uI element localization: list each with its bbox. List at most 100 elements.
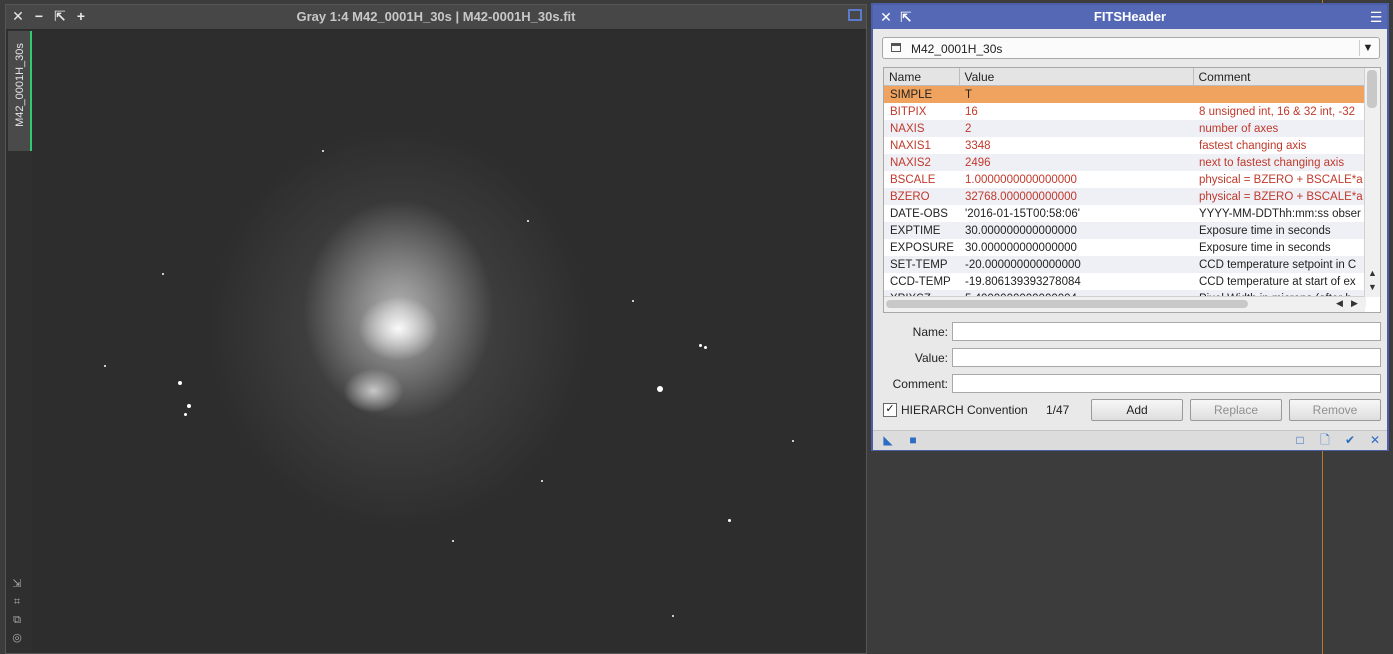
scroll-left-icon[interactable]: ◀ — [1336, 298, 1343, 309]
star — [657, 386, 663, 392]
star — [104, 365, 106, 367]
star — [184, 413, 187, 416]
horizontal-scrollbar[interactable]: ◀ ▶ — [884, 296, 1365, 312]
hierarch-label[interactable]: HIERARCH Convention — [901, 403, 1028, 417]
replace-button[interactable]: Replace — [1190, 399, 1282, 421]
comment-label: Comment: — [892, 377, 948, 391]
keyword-value: '2016-01-15T00:58:06' — [959, 205, 1193, 222]
resize-icon[interactable]: ⇲ — [10, 577, 24, 591]
fits-header-window: ✕ ⇱ FITSHeader ☰ M42_0001H_30s ▼ Name Va… — [871, 3, 1389, 451]
keyword-comment: number of axes — [1193, 120, 1366, 137]
star — [187, 404, 191, 408]
image-window: ✕ − ⇱ + Gray 1:4 M42_0001H_30s | M42-000… — [5, 4, 867, 654]
document-icon[interactable]: 🗋 — [1319, 434, 1331, 446]
scroll-up-icon[interactable]: ▲ — [1367, 268, 1378, 278]
keyword-comment: Exposure time in seconds — [1193, 239, 1366, 256]
keyword-value: 3348 — [959, 137, 1193, 154]
menu-icon[interactable]: ☰ — [1368, 9, 1384, 25]
value-input[interactable] — [952, 348, 1381, 367]
remove-button[interactable]: Remove — [1289, 399, 1381, 421]
keyword-name: SET-TEMP — [884, 256, 959, 273]
table-row[interactable]: SET-TEMP -20.000000000000000 CCD temperatu… — [884, 256, 1366, 273]
table-row[interactable]: NAXIS1 3348 fastest changing axis — [884, 137, 1366, 154]
keyword-name: DATE-OBS — [884, 205, 959, 222]
table-row[interactable]: NAXIS 2 number of axes — [884, 120, 1366, 137]
keyword-comment: next to fastest changing axis — [1193, 154, 1366, 171]
hierarch-checkbox[interactable]: ✓ — [883, 403, 897, 417]
fits-window-titlebar[interactable]: ✕ ⇱ FITSHeader ☰ — [873, 5, 1387, 29]
star — [178, 381, 182, 385]
star — [704, 346, 707, 349]
image-selector-value: M42_0001H_30s — [911, 42, 1003, 56]
table-row[interactable]: EXPTIME 30.000000000000000 Exposure time i… — [884, 222, 1366, 239]
keyword-name: NAXIS — [884, 120, 959, 137]
star — [322, 150, 324, 152]
restore-icon[interactable] — [848, 9, 862, 21]
column-header-name[interactable]: Name — [884, 68, 960, 86]
reset-icon[interactable]: ✕ — [1369, 434, 1381, 446]
table-row[interactable]: BZERO 32768.000000000000 physical = BZERO … — [884, 188, 1366, 205]
keyword-comment: physical = BZERO + BSCALE*a — [1193, 188, 1366, 205]
scroll-right-icon[interactable]: ▶ — [1351, 298, 1358, 309]
comment-input[interactable] — [952, 374, 1381, 393]
image-side-tab[interactable]: M42_0001H_30s — [8, 31, 32, 151]
preview-icon[interactable]: □ — [1294, 434, 1306, 446]
table-row[interactable]: EXPOSURE 30.000000000000000 Exposure time … — [884, 239, 1366, 256]
keyword-value: -20.000000000000000 — [959, 256, 1193, 273]
fit-icon[interactable]: ⌗ — [10, 595, 24, 609]
keyword-value: 30.000000000000000 — [959, 222, 1193, 239]
keyword-name: CCD-TEMP — [884, 273, 959, 290]
column-header-value[interactable]: Value — [959, 68, 1194, 86]
keyword-name: EXPOSURE — [884, 239, 959, 256]
name-input[interactable] — [952, 322, 1381, 341]
keyword-value: T — [959, 85, 1193, 103]
table-row[interactable]: BITPIX 16 8 unsigned int, 16 & 32 int, -32 — [884, 103, 1366, 120]
image-window-titlebar[interactable]: ✕ − ⇱ + Gray 1:4 M42_0001H_30s | M42-000… — [6, 5, 866, 30]
keyword-value: 2 — [959, 120, 1193, 137]
keyword-value: 16 — [959, 103, 1193, 120]
star — [541, 480, 543, 482]
chevron-down-icon[interactable]: ▼ — [1359, 40, 1376, 56]
keyword-comment: fastest changing axis — [1193, 137, 1366, 154]
check-icon[interactable]: ✔ — [1344, 434, 1356, 446]
star — [632, 300, 634, 302]
keyword-comment — [1193, 85, 1366, 103]
scroll-down-icon[interactable]: ▼ — [1367, 282, 1378, 292]
image-window-title: Gray 1:4 M42_0001H_30s | M42-0001H_30s.f… — [296, 9, 576, 24]
clone-icon[interactable]: ⧉ — [10, 613, 24, 627]
horizontal-scroll-thumb[interactable] — [886, 300, 1248, 308]
vertical-scrollbar[interactable]: ▲ ▼ — [1364, 68, 1380, 297]
keyword-comment: YYYY-MM-DDThh:mm:ss obser — [1193, 205, 1366, 222]
vertical-scroll-thumb[interactable] — [1367, 70, 1377, 108]
image-selector[interactable]: M42_0001H_30s ▼ — [882, 37, 1380, 59]
apply-global-icon[interactable]: ■ — [907, 434, 919, 446]
keyword-table[interactable]: Name Value Comment SIMPLE T BITPIX 16 8 uns… — [883, 67, 1381, 313]
add-button[interactable]: Add — [1091, 399, 1183, 421]
table-row[interactable]: CCD-TEMP -19.806139393278084 CCD temperatu… — [884, 273, 1366, 290]
target-icon[interactable]: ◎ — [10, 631, 24, 645]
keyword-name: BZERO — [884, 188, 959, 205]
star — [699, 344, 702, 347]
name-label: Name: — [912, 325, 948, 339]
table-row[interactable]: DATE-OBS '2016-01-15T00:58:06' YYYY-MM-DDT… — [884, 205, 1366, 222]
star — [672, 615, 674, 617]
column-header-comment[interactable]: Comment — [1193, 68, 1367, 86]
keyword-name: SIMPLE — [884, 85, 959, 103]
star — [792, 440, 794, 442]
keyword-comment: 8 unsigned int, 16 & 32 int, -32 — [1193, 103, 1366, 120]
table-row[interactable]: SIMPLE T — [884, 85, 1366, 103]
new-instance-icon[interactable]: ◣ — [882, 434, 894, 446]
process-toolbar: ◣ ■ □ 🗋 ✔ ✕ — [873, 430, 1387, 450]
fits-window-title: FITSHeader — [1093, 9, 1167, 24]
table-row[interactable]: NAXIS2 2496 next to fastest changing axis — [884, 154, 1366, 171]
image-canvas[interactable] — [32, 30, 865, 652]
value-label: Value: — [914, 351, 948, 365]
keyword-comment: Exposure time in seconds — [1193, 222, 1366, 239]
keyword-value: 2496 — [959, 154, 1193, 171]
keyword-name: NAXIS2 — [884, 154, 959, 171]
keyword-comment: CCD temperature at start of ex — [1193, 273, 1366, 290]
keyword-comment: physical = BZERO + BSCALE*a — [1193, 171, 1366, 188]
table-row[interactable]: BSCALE 1.0000000000000000 physical = BZERO… — [884, 171, 1366, 188]
keyword-name: EXPTIME — [884, 222, 959, 239]
keyword-value: 32768.000000000000 — [959, 188, 1193, 205]
